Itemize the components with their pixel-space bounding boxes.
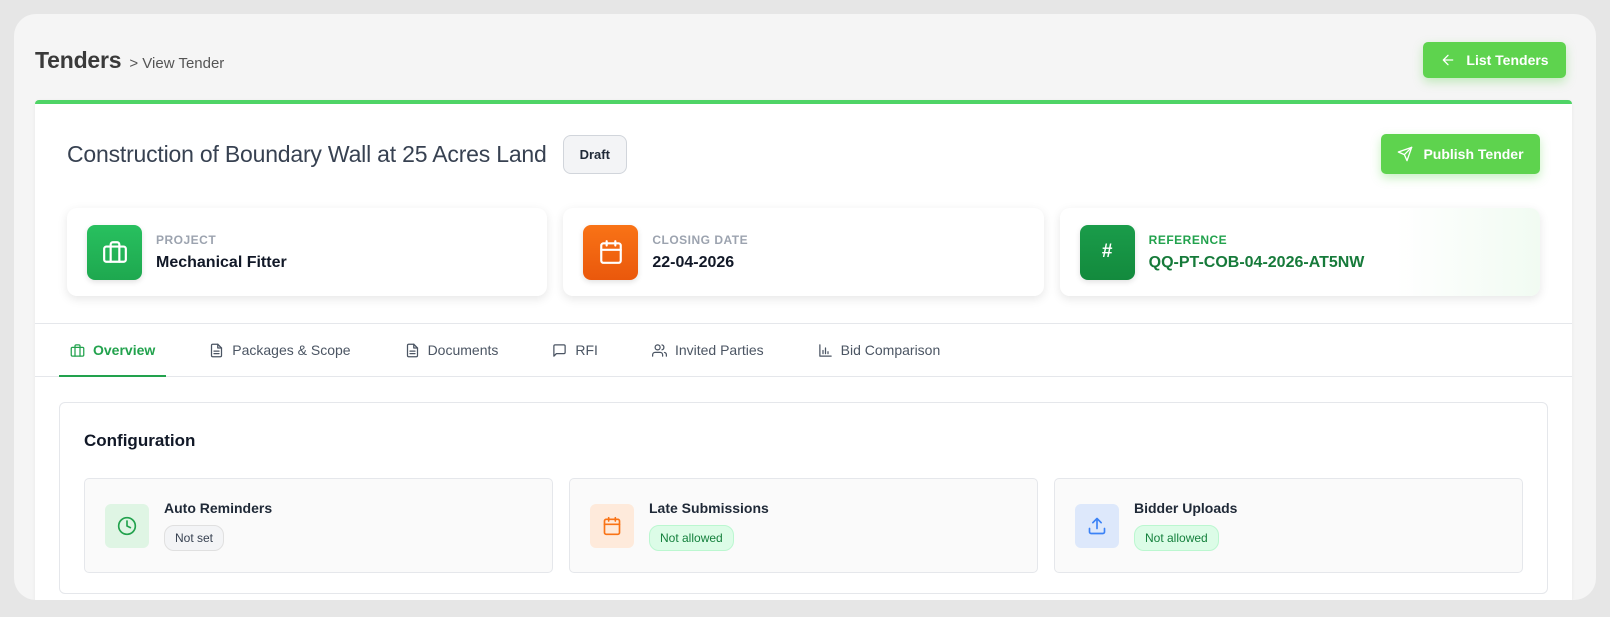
reference-value: QQ-PT-COB-04-2026-AT5NW (1148, 253, 1365, 271)
tender-title: Construction of Boundary Wall at 25 Acre… (67, 140, 547, 167)
clock-icon (105, 503, 149, 548)
tab-bid-comparison[interactable]: Bid Comparison (807, 324, 952, 376)
configuration-panel: Configuration Auto Reminders Not set Lat… (59, 402, 1548, 594)
tab-label: Packages & Scope (232, 342, 351, 358)
users-icon (651, 343, 667, 357)
closing-date-label: CLOSING DATE (652, 232, 749, 247)
tender-header: Construction of Boundary Wall at 25 Acre… (67, 134, 1540, 174)
config-value-badge: Not allowed (1134, 525, 1219, 551)
config-title: Auto Reminders (164, 500, 273, 516)
list-tenders-button[interactable]: List Tenders (1423, 42, 1566, 78)
config-value-badge: Not allowed (649, 525, 734, 551)
config-value-badge: Not set (164, 525, 225, 551)
config-title: Bidder Uploads (1134, 500, 1238, 516)
app-frame: Tenders > View Tender List Tenders Const… (14, 14, 1596, 600)
tab-label: Documents (427, 342, 499, 358)
configuration-title: Configuration (84, 431, 196, 450)
tender-card: Construction of Boundary Wall at 25 Acre… (35, 100, 1572, 600)
send-icon (1398, 146, 1413, 162)
reference-label: REFERENCE (1148, 232, 1228, 247)
page-header: Tenders > View Tender List Tenders (35, 38, 1575, 82)
tab-bar: Overview Packages & Scope Documents RFI … (35, 323, 1572, 377)
breadcrumb-root[interactable]: Tenders (35, 47, 122, 74)
publish-tender-label: Publish Tender (1423, 146, 1524, 162)
briefcase-icon (70, 343, 85, 357)
status-badge: Draft (562, 134, 627, 174)
config-auto-reminders: Auto Reminders Not set (84, 478, 553, 573)
reference-card: # REFERENCE QQ-PT-COB-04-2026-AT5NW (1059, 208, 1540, 296)
bar-chart-icon (818, 343, 832, 357)
breadcrumb: Tenders > View Tender (35, 47, 224, 74)
tab-label: Bid Comparison (840, 342, 941, 358)
upload-icon (1075, 503, 1119, 548)
calendar-icon (590, 503, 634, 548)
file-icon (406, 343, 418, 357)
tab-label: RFI (575, 342, 598, 358)
config-late-submissions: Late Submissions Not allowed (569, 478, 1038, 573)
project-value: Mechanical Fitter (156, 253, 287, 271)
tab-packages-scope[interactable]: Packages & Scope (198, 324, 361, 376)
message-icon (553, 343, 567, 357)
tab-overview[interactable]: Overview (59, 324, 167, 377)
config-bidder-uploads: Bidder Uploads Not allowed (1054, 478, 1523, 573)
closing-date-value: 22-04-2026 (652, 253, 735, 271)
config-title: Late Submissions (649, 500, 769, 516)
project-label: PROJECT (156, 232, 217, 247)
tab-label: Overview (93, 342, 156, 358)
tender-title-group: Construction of Boundary Wall at 25 Acre… (67, 134, 627, 174)
breadcrumb-current: > View Tender (129, 54, 225, 72)
closing-date-card: CLOSING DATE 22-04-2026 (563, 208, 1044, 296)
hash-icon: # (1079, 224, 1135, 280)
briefcase-icon (87, 224, 142, 280)
tab-rfi[interactable]: RFI (541, 324, 609, 376)
tab-documents[interactable]: Documents (394, 324, 510, 376)
arrow-left-icon (1443, 54, 1454, 66)
info-cards: PROJECT Mechanical Fitter CLOSING DATE 2… (67, 208, 1540, 296)
list-tenders-label: List Tenders (1466, 52, 1549, 68)
tab-label: Invited Parties (674, 342, 764, 358)
configuration-items: Auto Reminders Not set Late Submissions … (84, 478, 1523, 573)
project-card: PROJECT Mechanical Fitter (67, 208, 548, 296)
calendar-icon (583, 224, 639, 280)
file-icon (211, 343, 223, 357)
publish-tender-button[interactable]: Publish Tender (1381, 134, 1540, 174)
tab-invited-parties[interactable]: Invited Parties (641, 324, 775, 376)
